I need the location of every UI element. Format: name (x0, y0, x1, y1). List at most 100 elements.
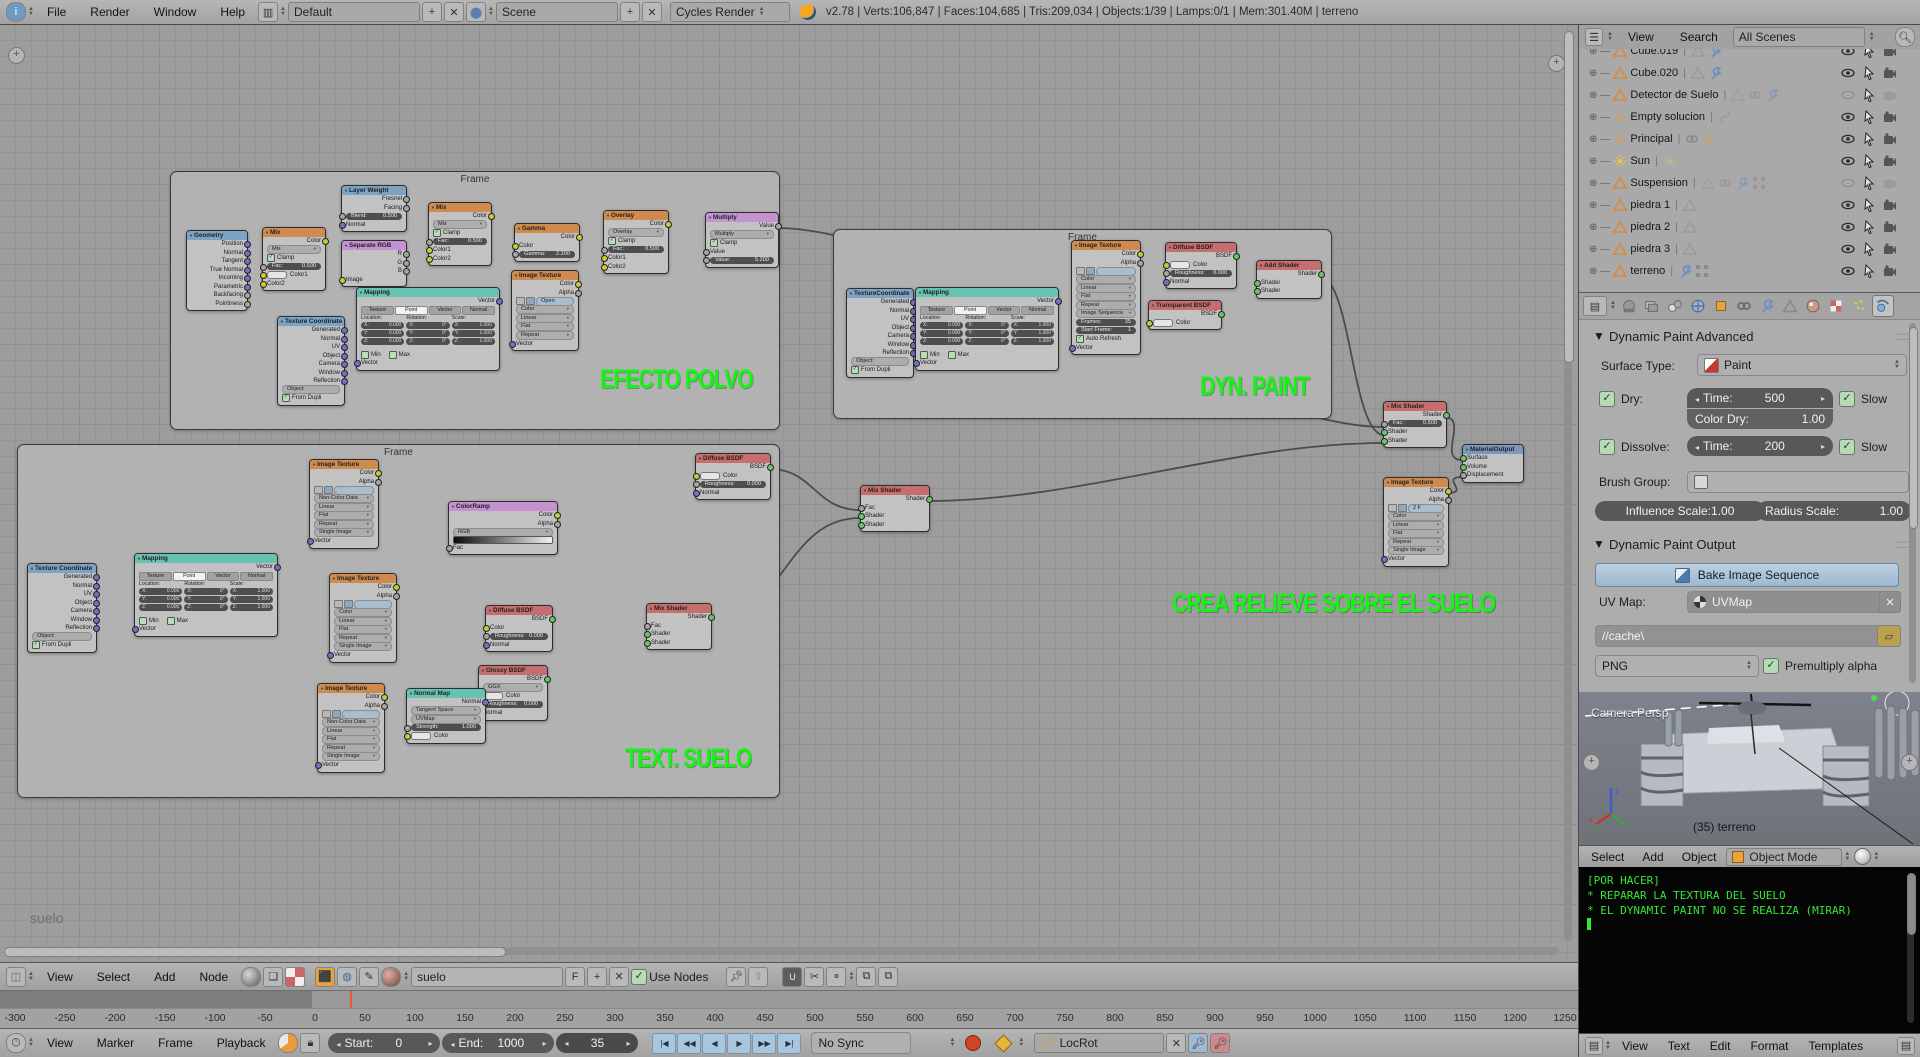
node-separate-rgb[interactable]: Separate RGBRGBImage (338, 240, 410, 287)
node-diffuse-bsdf[interactable]: Diffuse BSDFBSDFColorRoughness:0.000Norm… (1162, 242, 1240, 289)
tab-normal[interactable]: Normal (240, 571, 273, 581)
eye-restrict-icon[interactable] (1841, 264, 1855, 278)
insert-keyframe-button[interactable]: 🔑︎ (1188, 1033, 1209, 1053)
value-slider[interactable]: Roughness: 0.000 (475, 701, 547, 710)
output-socket-row[interactable]: Shader (1384, 411, 1450, 420)
object-name[interactable]: Detector de Suelo (1630, 89, 1718, 101)
color-swatch-row[interactable]: Color (1145, 318, 1221, 328)
properties-tab-render[interactable] (1619, 296, 1639, 316)
text-datablock-icon[interactable]: ▤ (1897, 1036, 1915, 1055)
meshd-icon[interactable] (1682, 220, 1698, 234)
expander-icon[interactable]: ⊕ (1589, 178, 1597, 189)
mapping-tabs[interactable]: Texture Point Vector Normal (357, 305, 499, 315)
outliner-item-cube-019[interactable]: ⊕ Cube.019 | (1589, 49, 1896, 61)
node-materialoutput[interactable]: MaterialOutputSurfaceVolumeDisplacement (1459, 444, 1524, 483)
camera-restrict-icon[interactable] (1883, 242, 1897, 256)
eye-restrict-icon[interactable] (1841, 154, 1855, 168)
dropdown[interactable]: Repeat ▾ (318, 743, 384, 753)
output-socket-row[interactable]: Normal (187, 249, 251, 258)
viewport-3d[interactable]: z x y Camera Persp (35) terreno + + (1579, 692, 1920, 845)
editor-type-stepper[interactable]: ▲ ▼ (28, 971, 34, 982)
play-button[interactable]: ▶ (727, 1032, 752, 1054)
sync-mode-dropdown[interactable]: No Sync (811, 1032, 912, 1054)
object-name[interactable]: terreno (1630, 265, 1665, 277)
output-socket-row[interactable]: UV (847, 315, 917, 324)
camera-restrict-icon[interactable] (1883, 176, 1897, 190)
output-socket-row[interactable]: Color (318, 693, 388, 702)
outliner-editor-icon[interactable]: ☰ (1585, 28, 1603, 46)
properties-tab-material[interactable] (1803, 296, 1823, 316)
tab-texture[interactable]: Texture (361, 305, 394, 315)
cursor-restrict-icon[interactable] (1862, 197, 1876, 213)
output-socket-row[interactable]: G (342, 259, 410, 268)
dropdown[interactable]: GGX ▾ (479, 683, 547, 693)
menu-help[interactable]: Help (209, 5, 256, 19)
node-image-texture[interactable]: Image TextureColorAlpha Non-Color Data▾Li… (306, 459, 382, 549)
tab-point[interactable]: Point (394, 305, 428, 315)
dropdown[interactable]: Image Sequence ▾ (1072, 309, 1140, 319)
vp-menu-select[interactable]: Select (1583, 850, 1632, 864)
shader-world-icon[interactable]: ◍ (337, 966, 358, 987)
cursor-restrict-icon[interactable] (1862, 49, 1876, 59)
input-socket-row[interactable]: Normal (475, 709, 547, 718)
cursor-restrict-icon[interactable] (1862, 131, 1876, 147)
menu-window[interactable]: Window (143, 5, 208, 19)
node-add-shader[interactable]: Add ShaderShaderShaderShader (1253, 260, 1325, 299)
input-socket-row[interactable]: Color (511, 242, 579, 251)
expander-icon[interactable]: ⊕ (1589, 222, 1597, 233)
output-socket-row[interactable]: Vector (357, 297, 503, 306)
dropdown[interactable]: Single Image ▾ (310, 528, 378, 538)
output-socket-row[interactable]: Generated (28, 573, 100, 582)
expander-icon[interactable]: ⊕ (1589, 134, 1597, 145)
outliner-item-terreno[interactable]: ⊕ terreno | (1589, 261, 1896, 281)
panel-drag-dots[interactable]: :::: (1896, 537, 1909, 551)
input-socket-row[interactable]: Shader (1253, 279, 1321, 288)
value-slider[interactable]: Gamma: 2.200 (511, 250, 579, 259)
mapping-tabs[interactable]: Texture Point Vector Normal (135, 571, 277, 581)
txt-menu-templates[interactable]: Templates (1799, 1039, 1872, 1053)
camera-restrict-icon[interactable] (1883, 264, 1897, 278)
dropdown[interactable]: Color ▾ (512, 305, 578, 315)
cache-path-field[interactable]: //cache\ (1595, 625, 1885, 647)
node-editor[interactable]: FrameFrameFrame GeometryPositionNormalTa… (0, 25, 1578, 962)
node-glossy-bsdf[interactable]: Glossy BSDFBSDFGGX▾ColorRoughness:0.000N… (475, 665, 551, 721)
mode-stepper[interactable]: ▲ ▼ (1844, 851, 1850, 862)
output-socket-row[interactable]: UV (278, 343, 348, 352)
checkbox-row[interactable]: Min Max (916, 350, 1058, 360)
node-menu-node[interactable]: Node (188, 970, 239, 984)
output-socket-row[interactable]: BSDF (1166, 252, 1240, 261)
link-icon[interactable] (1718, 176, 1732, 190)
node-mix-shader[interactable]: Mix ShaderShaderFac:0.500ShaderShader (1380, 401, 1450, 448)
dropdown[interactable]: Linear ▾ (1072, 283, 1140, 293)
toolshelf-open-button[interactable]: + (8, 47, 25, 64)
input-socket-row[interactable]: Vector (508, 340, 578, 349)
properties-tab-data[interactable] (1780, 296, 1800, 316)
keying-set-field[interactable]: 🔑︎ LocRot (1034, 1033, 1165, 1053)
uv-map-clear-button[interactable]: ✕ (1879, 591, 1901, 613)
output-socket-row[interactable]: BSDF (486, 615, 556, 624)
input-socket-row[interactable]: Fac (445, 544, 557, 553)
expander-icon[interactable]: ⊕ (1589, 112, 1597, 123)
use-nodes-checkbox[interactable]: ✓ (631, 968, 648, 985)
tl-menu-frame[interactable]: Frame (147, 1036, 204, 1050)
camera-restrict-icon[interactable] (1883, 66, 1897, 80)
mapping-grid[interactable]: Location: X: 0.000 Y: 0.000 Z: 0.000 Rotation: X… (135, 581, 277, 617)
value-slider[interactable]: Blend: 0.500 (338, 212, 406, 221)
go-parent-icon[interactable]: ⇧ (748, 966, 769, 987)
empty-icon[interactable] (1702, 132, 1716, 146)
dissolve-slow-toggle[interactable]: ✓ Slow (1839, 439, 1887, 455)
output-socket-row[interactable]: Color (1384, 487, 1452, 496)
brush-group-field[interactable] (1687, 471, 1909, 493)
output-socket-row[interactable]: UV (28, 590, 100, 599)
material-unlink-button[interactable]: ✕ (609, 966, 630, 987)
play-reverse-button[interactable]: ◀ (702, 1032, 727, 1054)
output-socket-row[interactable]: BSDF (1149, 310, 1225, 319)
outliner-menu-search[interactable]: Search (1669, 30, 1729, 44)
image-selector[interactable] (1072, 266, 1140, 276)
properties-tab-modifiers[interactable] (1757, 296, 1777, 316)
editor-stepper[interactable]: ▲ ▼ (28, 6, 34, 17)
node-gamma[interactable]: GammaColorColorGamma:2.200 (511, 223, 583, 262)
input-socket-row[interactable]: Vector (353, 359, 499, 368)
output-socket-row[interactable]: Alpha (1384, 496, 1452, 505)
eye-restrict-icon[interactable] (1841, 66, 1855, 80)
